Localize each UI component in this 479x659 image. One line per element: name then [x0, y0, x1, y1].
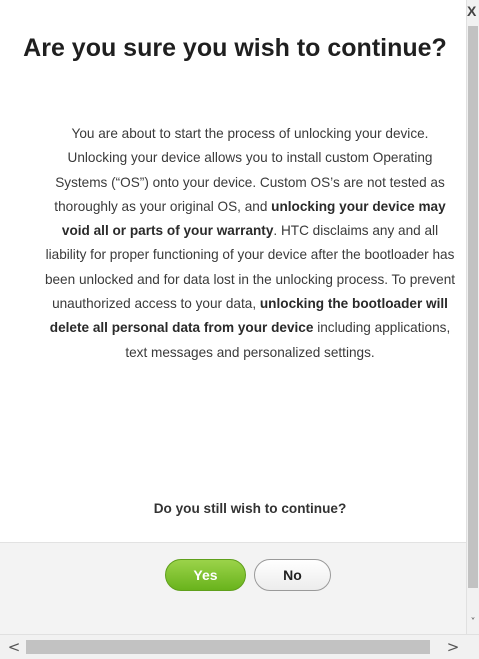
scroll-right-arrow-icon[interactable]: > — [441, 635, 465, 659]
horizontal-scrollbar[interactable]: < > — [0, 634, 479, 659]
dialog-body-text: You are about to start the process of un… — [40, 122, 460, 365]
browser-viewport: Are you sure you wish to continue? You a… — [0, 0, 479, 659]
vertical-scroll-thumb[interactable] — [468, 26, 478, 588]
no-button[interactable]: No — [254, 559, 331, 591]
dialog-button-bar: Yes No — [0, 542, 466, 635]
scroll-left-arrow-icon[interactable]: < — [2, 635, 26, 659]
continue-question: Do you still wish to continue? — [153, 501, 347, 516]
close-icon[interactable]: X — [467, 3, 479, 19]
unlock-confirmation-dialog: Are you sure you wish to continue? You a… — [0, 0, 466, 516]
yes-button[interactable]: Yes — [165, 559, 246, 591]
horizontal-scroll-thumb[interactable] — [26, 640, 430, 654]
vertical-scrollbar[interactable] — [466, 0, 479, 634]
scroll-down-arrow-icon[interactable]: ˅ — [467, 616, 479, 630]
dialog-title: Are you sure you wish to continue? — [23, 34, 447, 62]
